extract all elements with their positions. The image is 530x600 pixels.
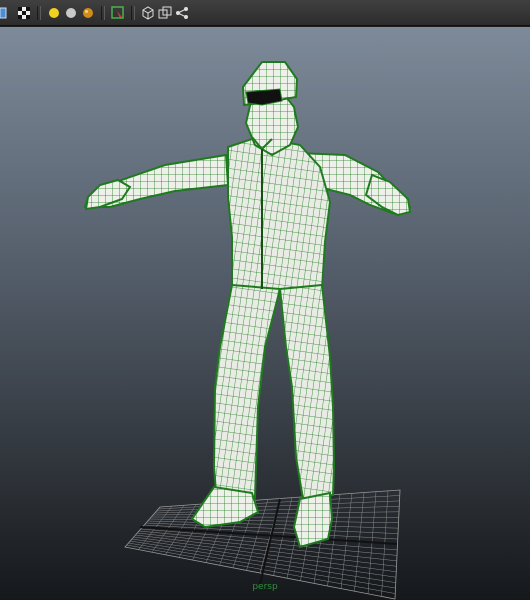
checker-texture-icon[interactable] [17, 6, 31, 20]
all-lights-icon[interactable] [64, 6, 78, 20]
shaded-cube-icon[interactable] [0, 6, 14, 20]
toolbar-separator [131, 5, 135, 20]
default-light-icon[interactable] [47, 6, 61, 20]
scene-canvas[interactable] [0, 27, 530, 600]
camera-label: persp [252, 582, 278, 592]
share-nodes-icon[interactable] [175, 6, 189, 20]
toolbar-separator [101, 5, 105, 20]
xray-cube-icon[interactable] [141, 5, 155, 20]
grid-line [130, 540, 396, 583]
character-model[interactable] [83, 61, 412, 549]
isolate-select-icon[interactable] [111, 5, 125, 20]
viewport-toolbar [0, 0, 530, 26]
perspective-viewport[interactable]: persp [0, 27, 530, 600]
shadow-light-icon[interactable] [81, 6, 95, 20]
toolbar-separator [37, 5, 41, 20]
xray-joints-icon[interactable] [158, 6, 172, 20]
